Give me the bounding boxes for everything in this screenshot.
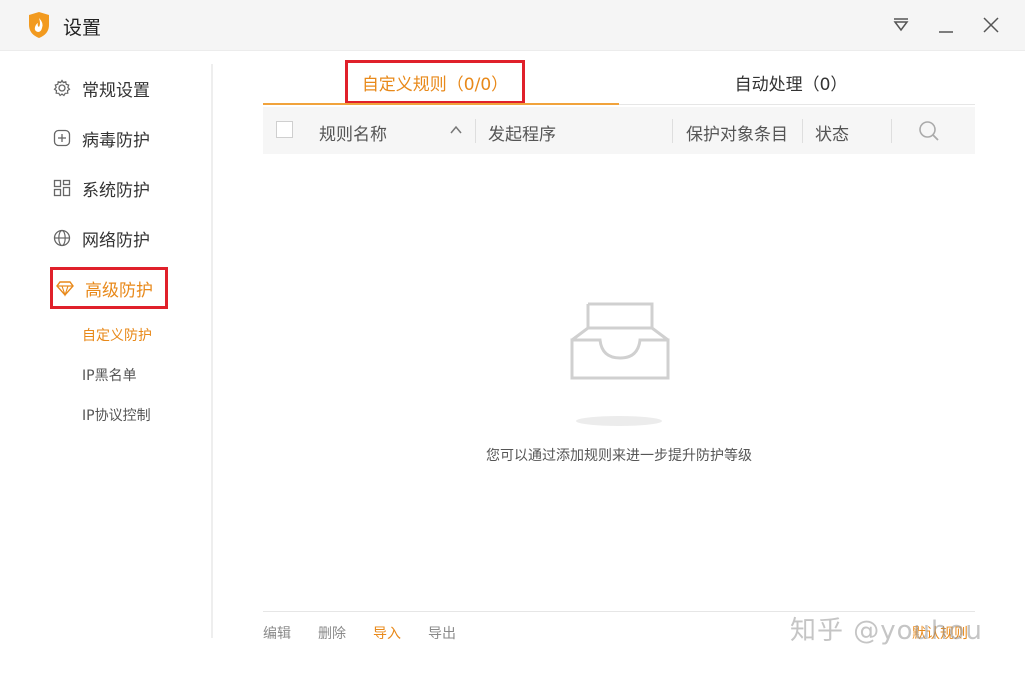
delete-button[interactable]: 删除 (318, 623, 346, 643)
rules-table-header: 规则名称 发起程序 保护对象条目 状态 (263, 107, 975, 154)
grid-blocks-icon (52, 178, 72, 198)
sidebar-item-network-protection[interactable]: 网络防护 (50, 217, 168, 259)
column-separator (475, 119, 476, 143)
column-header-initiator: 发起程序 (488, 125, 556, 145)
import-button[interactable]: 导入 (373, 623, 401, 643)
menu-dropdown-button[interactable] (889, 13, 913, 37)
edit-button[interactable]: 编辑 (263, 623, 291, 643)
sub-item-custom-protection[interactable]: 自定义防护 (82, 325, 152, 345)
settings-sidebar: 常规设置 病毒防护 系统防护 网络防护 高级防护 自定义防护 IP黑名单 IP协… (0, 51, 212, 675)
sidebar-item-general[interactable]: 常规设置 (50, 67, 168, 109)
minimize-button[interactable] (934, 13, 958, 37)
app-logo-icon (29, 12, 49, 38)
select-all-checkbox[interactable] (276, 121, 293, 138)
column-header-status: 状态 (815, 125, 849, 145)
tab-custom-rules[interactable]: 自定义规则（0/0） (345, 60, 525, 104)
close-button[interactable] (979, 13, 1003, 37)
globe-icon (52, 228, 72, 248)
tab-divider (619, 104, 975, 105)
minimize-icon (939, 31, 953, 33)
gear-icon (52, 78, 72, 98)
empty-state-message: 您可以通过添加规则来进一步提升防护等级 (486, 448, 752, 464)
dropdown-icon (893, 18, 909, 32)
watermark: 知乎 @youhou (790, 616, 983, 646)
column-separator (802, 119, 803, 143)
sidebar-item-label: 高级防护 (85, 280, 153, 301)
sidebar-item-label: 网络防护 (82, 230, 150, 251)
column-header-protected-items: 保护对象条目 (686, 125, 788, 145)
sidebar-item-label: 病毒防护 (82, 130, 150, 151)
active-tab-indicator (263, 103, 619, 105)
sidebar-item-label: 常规设置 (82, 80, 150, 101)
column-header-rule-name[interactable]: 规则名称 (319, 120, 387, 145)
tab-bar: 自定义规则（0/0） 自动处理（0） (263, 60, 975, 106)
title-bar: 设置 (0, 0, 1025, 51)
sidebar-item-virus-protection[interactable]: 病毒防护 (50, 117, 168, 159)
plus-square-icon (52, 128, 72, 148)
tab-auto-handling[interactable]: 自动处理（0） (663, 60, 919, 104)
window-title: 设置 (63, 17, 102, 39)
column-separator (672, 119, 673, 143)
sub-item-ip-blacklist[interactable]: IP黑名单 (82, 365, 137, 385)
sidebar-item-system-protection[interactable]: 系统防护 (50, 167, 168, 209)
empty-inbox-icon (570, 302, 670, 426)
sort-ascending-icon[interactable] (449, 123, 463, 137)
sidebar-divider (211, 64, 213, 638)
sub-item-ip-protocol-control[interactable]: IP协议控制 (82, 405, 151, 425)
export-button[interactable]: 导出 (428, 623, 456, 643)
column-separator (891, 119, 892, 143)
close-icon (983, 17, 999, 33)
sidebar-item-advanced-protection[interactable]: 高级防护 (50, 267, 168, 309)
diamond-icon (55, 278, 75, 298)
search-icon[interactable] (917, 119, 941, 143)
sidebar-item-label: 系统防护 (82, 180, 150, 201)
